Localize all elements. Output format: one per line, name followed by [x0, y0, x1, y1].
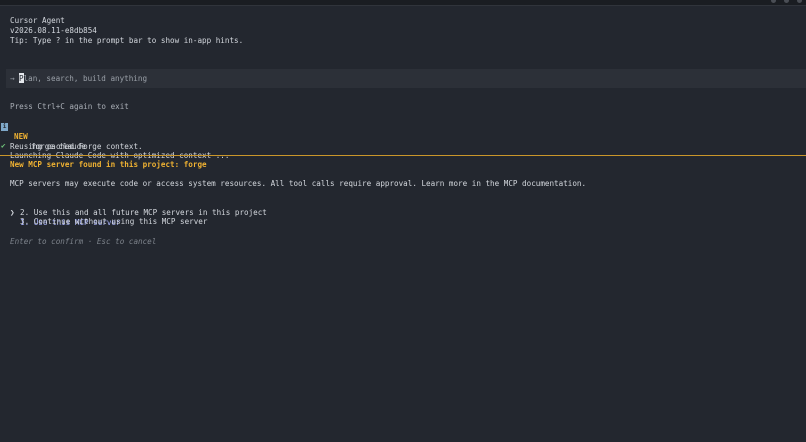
info-icon: i [1, 123, 8, 131]
mcp-description: MCP servers may execute code or access s… [10, 179, 587, 188]
close-icon[interactable] [797, 0, 802, 3]
maximize-icon[interactable] [784, 0, 789, 3]
app-version: v2026.08.11-e8db854 [10, 26, 97, 35]
window-controls [771, 0, 802, 3]
selection-caret-icon: ❯ [10, 208, 15, 217]
mcp-option-3[interactable]: 3. Continue without using this MCP serve… [20, 217, 207, 227]
exit-hint: Press Ctrl+C again to exit [10, 102, 129, 111]
log-line-launching: ✔ Launching Claude Code with optimized c… [0, 131, 400, 161]
footer-hint: Enter to confirm · Esc to cancel [10, 237, 157, 246]
app-name: Cursor Agent [10, 16, 65, 25]
tip-text: Tip: Type ? in the prompt bar to show in… [10, 36, 244, 45]
prompt-placeholder: lan, search, build anything [23, 74, 148, 83]
checkmark-icon: ✔ [1, 141, 6, 150]
window-titlebar [0, 0, 806, 6]
mcp-title: New MCP server found in this project: fo… [10, 160, 207, 169]
prompt-bar[interactable]: → Plan, search, build anything [6, 69, 806, 88]
prompt-arrow-icon: → [10, 74, 15, 83]
divider [0, 155, 806, 156]
prompt-input[interactable]: Plan, search, build anything [19, 74, 147, 84]
minimize-icon[interactable] [771, 0, 776, 3]
